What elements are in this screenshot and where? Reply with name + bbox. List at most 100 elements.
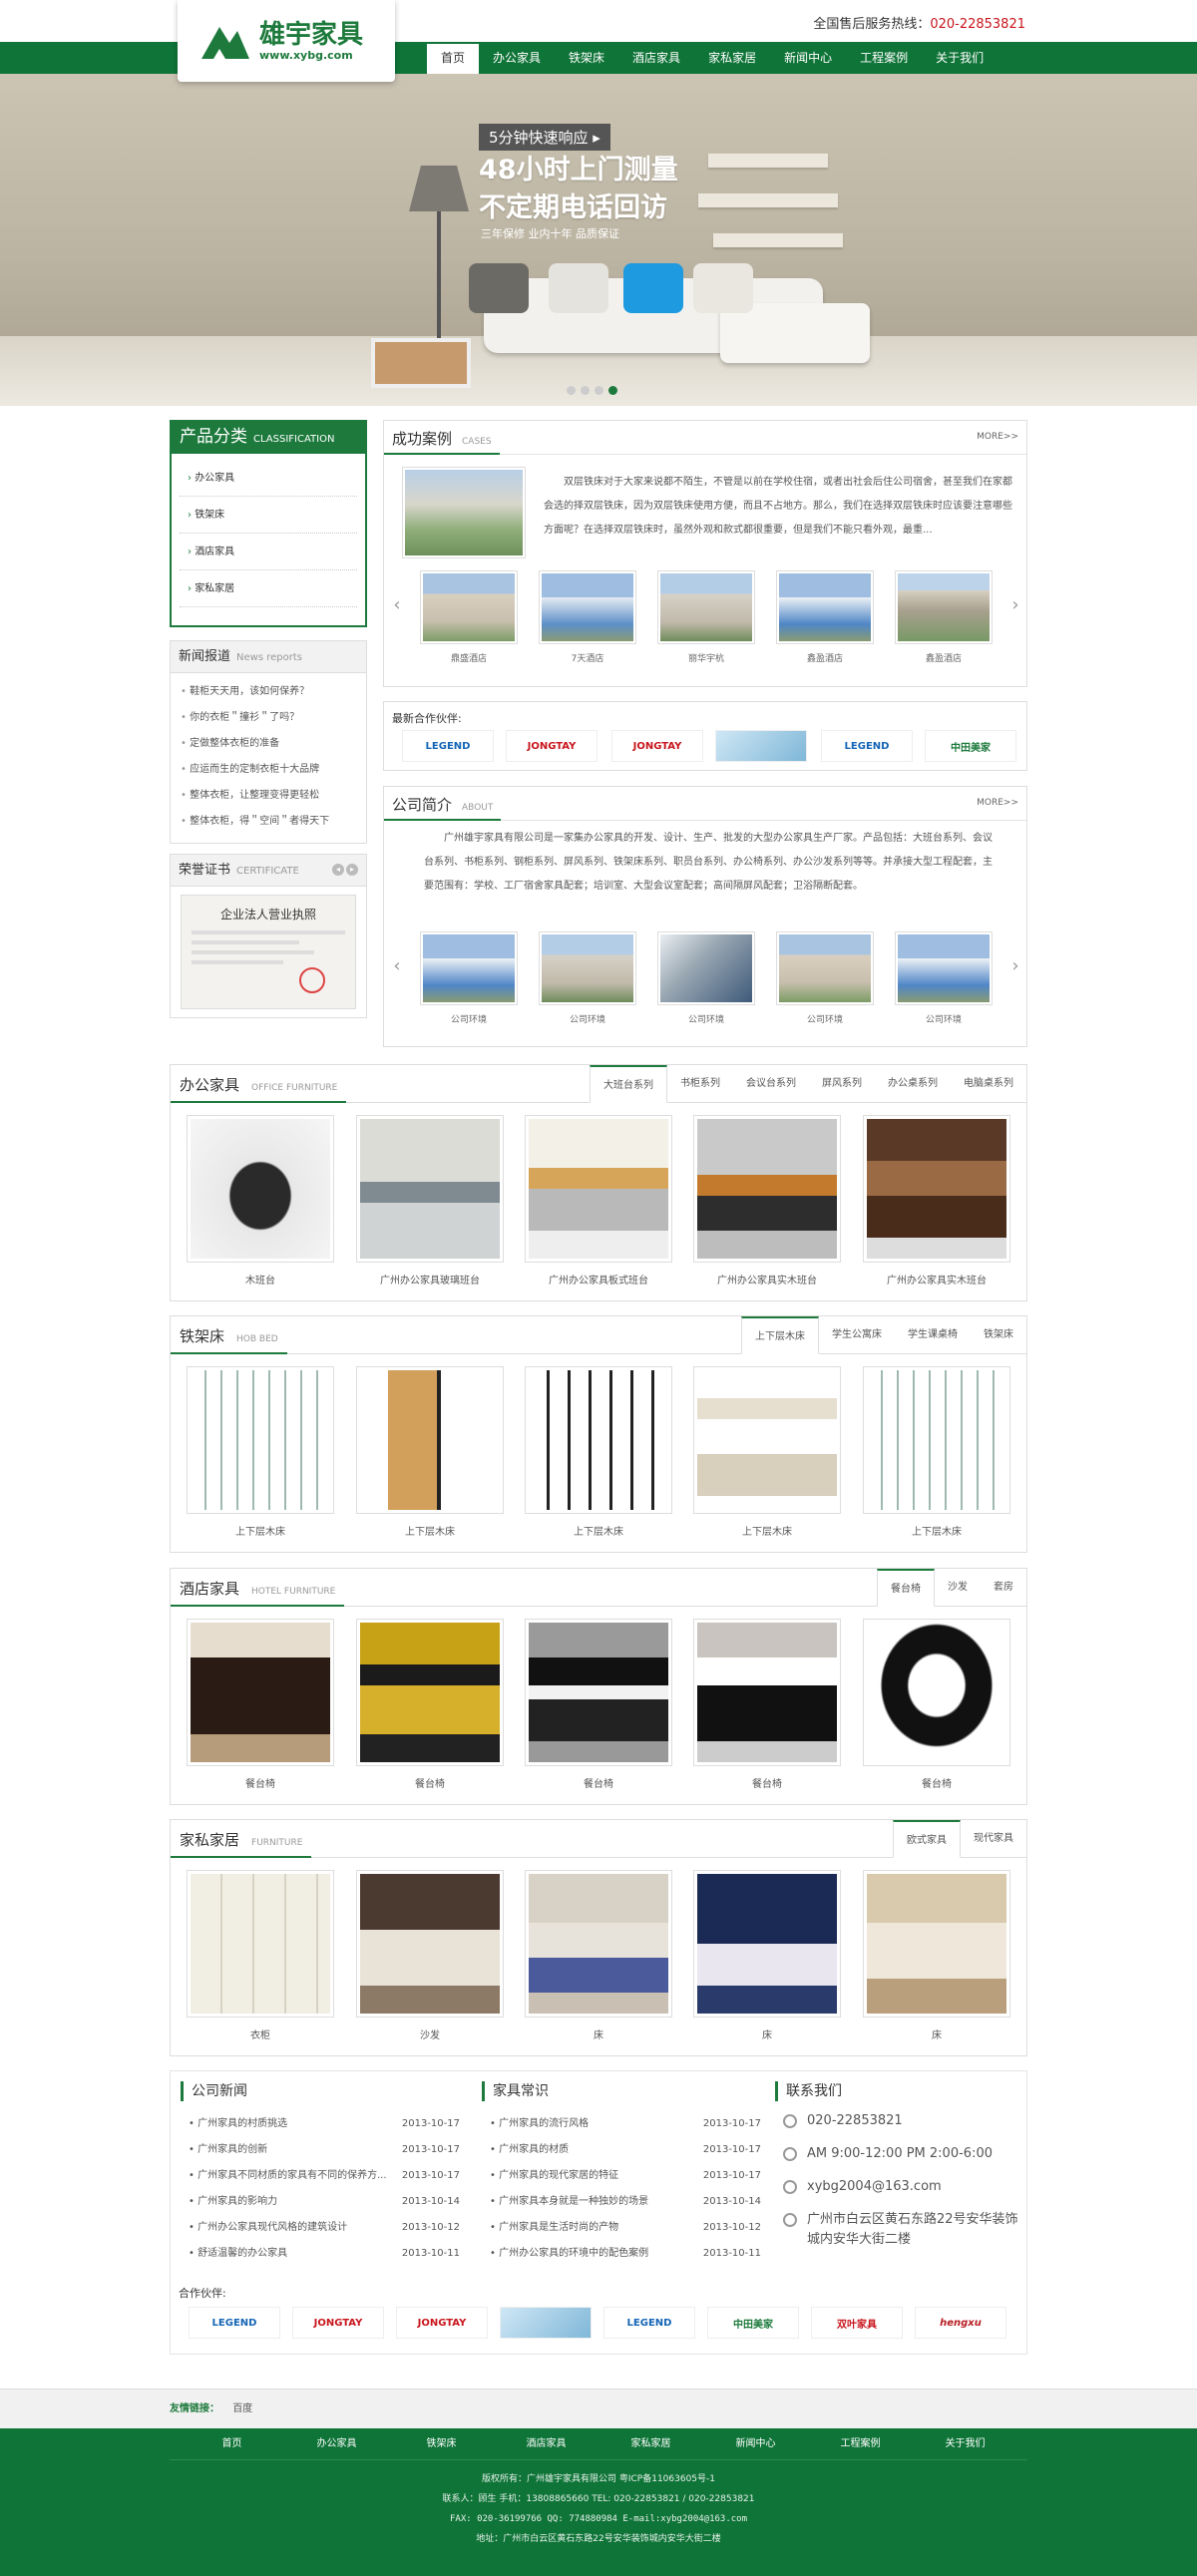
office-tab[interactable]: 书柜系列 (667, 1065, 733, 1103)
hotel-product-caption[interactable]: 餐台椅 (356, 1775, 504, 1790)
home-tab[interactable]: 现代家具 (961, 1820, 1026, 1858)
partner-logo[interactable]: 双叶家具 (811, 2307, 903, 2339)
partner-logo[interactable]: JONGTAY (396, 2307, 488, 2339)
tips-item[interactable]: 广州家具的现代家居的特征 2013-10-17 (482, 2163, 761, 2189)
cases-feature-image[interactable] (402, 467, 526, 558)
about-more-link[interactable]: MORE>> (977, 798, 1018, 808)
category-item-home[interactable]: 家私家居 (180, 570, 357, 607)
about-thumb[interactable] (420, 931, 518, 1005)
nav-cases[interactable]: 工程案例 (846, 42, 922, 74)
news-report-item[interactable]: 整体衣柜，让整理变得更轻松 (171, 783, 366, 809)
office-tab[interactable]: 屏风系列 (809, 1065, 875, 1103)
cert-next-icon[interactable]: ▸ (346, 864, 358, 876)
category-item-bed[interactable]: 铁架床 (180, 497, 357, 534)
friend-link[interactable]: 百度 (232, 2403, 252, 2414)
partner-logo[interactable]: JONGTAY (611, 730, 703, 762)
about-caption[interactable]: 公司环境 (539, 1012, 636, 1025)
site-logo[interactable]: 雄宇家具 www.xybg.com (178, 0, 395, 82)
case-thumb[interactable] (776, 570, 874, 644)
bed-tab[interactable]: 学生公寓床 (819, 1316, 895, 1354)
nav-news[interactable]: 新闻中心 (770, 42, 846, 74)
partner-logo[interactable]: LEGEND (603, 2307, 695, 2339)
hotel-product-image[interactable] (356, 1619, 504, 1766)
home-product-image[interactable] (187, 1870, 334, 2018)
bed-product-image[interactable] (863, 1366, 1010, 1514)
tips-item[interactable]: 广州家具的材质 2013-10-17 (482, 2137, 761, 2163)
hotel-tab[interactable]: 沙发 (935, 1569, 981, 1607)
home-product-caption[interactable]: 沙发 (356, 2026, 504, 2041)
case-caption[interactable]: 鑫盈酒店 (776, 651, 874, 664)
banner-dot-active[interactable] (608, 386, 617, 395)
partner-logo[interactable]: 中田美家 (707, 2307, 799, 2339)
home-product-caption[interactable]: 床 (525, 2026, 672, 2041)
banner-dot[interactable] (595, 386, 603, 395)
home-product-image[interactable] (863, 1870, 1010, 2018)
hero-banner[interactable]: 5分钟快速响应 ▸ 48小时上门测量 不定期电话回访 三年保修 业内十年 品质保证 (0, 74, 1197, 406)
contact-email[interactable]: xybg2004@163.com (775, 2177, 1019, 2210)
company-news-item[interactable]: 舒适温馨的办公家具 2013-10-11 (181, 2241, 460, 2267)
company-news-item[interactable]: 广州家具的创新 2013-10-17 (181, 2137, 460, 2163)
nav-bed[interactable]: 铁架床 (555, 42, 618, 74)
partner-logo[interactable]: LEGEND (189, 2307, 280, 2339)
home-product-image[interactable] (525, 1870, 672, 2018)
about-thumb[interactable] (539, 931, 636, 1005)
tips-item[interactable]: 广州家具是生活时尚的产物 2013-10-12 (482, 2215, 761, 2241)
hotel-product-caption[interactable]: 餐台椅 (863, 1775, 1010, 1790)
office-tab[interactable]: 大班台系列 (590, 1065, 667, 1103)
bed-tab[interactable]: 铁架床 (971, 1316, 1026, 1354)
case-caption[interactable]: 丽华宇杭 (657, 651, 755, 664)
partner-logo[interactable] (715, 730, 807, 762)
tips-item[interactable]: 广州家具的流行风格 2013-10-17 (482, 2111, 761, 2137)
about-thumb[interactable] (657, 931, 755, 1005)
bed-product-image[interactable] (356, 1366, 504, 1514)
office-product-image[interactable] (356, 1115, 504, 1263)
hotel-product-caption[interactable]: 餐台椅 (525, 1775, 672, 1790)
bed-product-image[interactable] (693, 1366, 841, 1514)
office-tab[interactable]: 会议台系列 (733, 1065, 809, 1103)
home-tab[interactable]: 欧式家具 (893, 1820, 961, 1858)
company-news-item[interactable]: 广州家具的影响力 2013-10-14 (181, 2189, 460, 2215)
office-product-caption[interactable]: 广州办公家具板式班台 (525, 1272, 672, 1287)
nav-home-furniture[interactable]: 家私家居 (694, 42, 770, 74)
bed-product-caption[interactable]: 上下层木床 (863, 1523, 1010, 1538)
case-thumb[interactable] (539, 570, 636, 644)
office-product-caption[interactable]: 广州办公家具实木班台 (863, 1272, 1010, 1287)
case-caption[interactable]: 鑫盈酒店 (895, 651, 993, 664)
office-product-caption[interactable]: 广州办公家具玻璃班台 (356, 1272, 504, 1287)
news-report-item[interactable]: 应运而生的定制衣柜十大品牌 (171, 757, 366, 783)
office-product-caption[interactable]: 木班台 (187, 1272, 334, 1287)
about-thumb[interactable] (776, 931, 874, 1005)
hotel-product-image[interactable] (693, 1619, 841, 1766)
certificate-image[interactable]: 企业法人营业执照 (181, 895, 356, 1009)
cases-more-link[interactable]: MORE>> (977, 432, 1018, 442)
bed-tab[interactable]: 学生课桌椅 (895, 1316, 971, 1354)
footer-nav-item[interactable]: 工程案例 (808, 2428, 913, 2459)
footer-nav-item[interactable]: 办公家具 (284, 2428, 389, 2459)
nav-office[interactable]: 办公家具 (479, 42, 555, 74)
bed-product-caption[interactable]: 上下层木床 (525, 1523, 672, 1538)
home-product-image[interactable] (356, 1870, 504, 2018)
hotel-product-image[interactable] (187, 1619, 334, 1766)
about-prev-arrow-icon[interactable]: ‹ (390, 956, 404, 976)
cases-prev-arrow-icon[interactable]: ‹ (390, 595, 404, 615)
office-tab[interactable]: 电脑桌系列 (951, 1065, 1026, 1103)
home-product-caption[interactable]: 床 (693, 2026, 841, 2041)
company-news-item[interactable]: 广州家具不同材质的家具有不同的保养方... 2013-10-17 (181, 2163, 460, 2189)
home-product-caption[interactable]: 床 (863, 2026, 1010, 2041)
case-caption[interactable]: 鼎盛酒店 (420, 651, 518, 664)
tips-item[interactable]: 广州家具本身就是一种独妙的场景 2013-10-14 (482, 2189, 761, 2215)
bed-product-caption[interactable]: 上下层木床 (693, 1523, 841, 1538)
hotel-product-image[interactable] (525, 1619, 672, 1766)
hotel-tab[interactable]: 套房 (981, 1569, 1026, 1607)
case-thumb[interactable] (895, 570, 993, 644)
office-product-image[interactable] (693, 1115, 841, 1263)
about-next-arrow-icon[interactable]: › (1008, 956, 1022, 976)
footer-nav-item[interactable]: 家私家居 (598, 2428, 703, 2459)
case-caption[interactable]: 7天酒店 (539, 651, 636, 664)
about-caption[interactable]: 公司环境 (776, 1012, 874, 1025)
hotel-product-caption[interactable]: 餐台椅 (187, 1775, 334, 1790)
office-product-caption[interactable]: 广州办公家具实木班台 (693, 1272, 841, 1287)
nav-about[interactable]: 关于我们 (922, 42, 998, 74)
about-caption[interactable]: 公司环境 (657, 1012, 755, 1025)
about-caption[interactable]: 公司环境 (420, 1012, 518, 1025)
